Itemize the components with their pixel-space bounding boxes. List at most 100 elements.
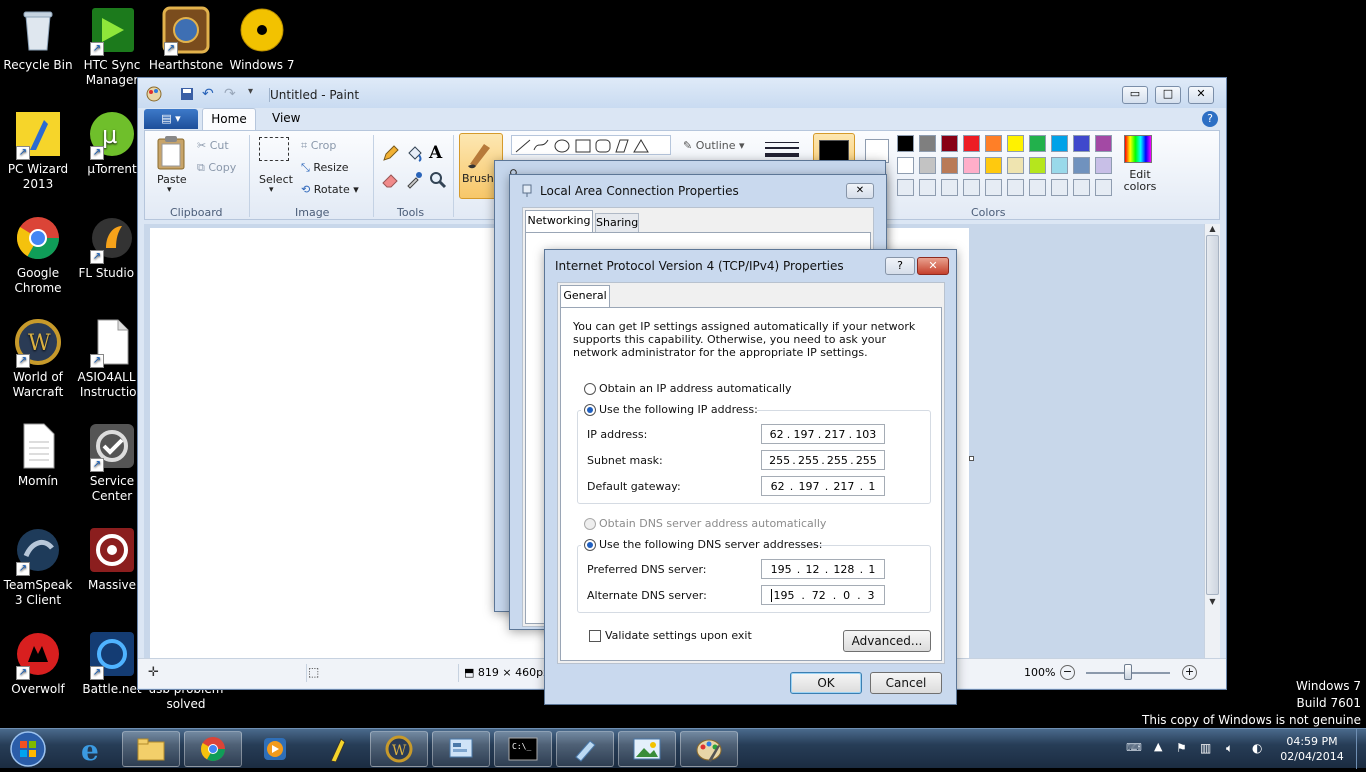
volume-icon[interactable]: 🔈︎	[1226, 741, 1233, 756]
color-swatch[interactable]	[897, 157, 914, 174]
color-swatch[interactable]	[919, 157, 936, 174]
save-icon[interactable]	[180, 87, 194, 101]
taskbar-chrome[interactable]	[184, 731, 242, 767]
tab-sharing[interactable]: Sharing	[595, 213, 639, 232]
taskbar-cmd[interactable]: C:\_	[494, 731, 552, 767]
minimize-button[interactable]: ▭	[1122, 86, 1148, 104]
scrollbar-thumb[interactable]	[1206, 235, 1219, 595]
zoom-out-button[interactable]: −	[1060, 665, 1075, 680]
outline-button[interactable]: ✎ Outline ▾	[683, 139, 745, 152]
scroll-up-icon[interactable]: ▲	[1205, 224, 1220, 233]
scroll-down-icon[interactable]: ▼	[1205, 597, 1220, 606]
use-following-ip-radio[interactable]	[584, 404, 596, 416]
advanced-button[interactable]: Advanced...	[843, 630, 931, 652]
color-swatch[interactable]	[1051, 179, 1068, 196]
ipv4-properties-dialog[interactable]: Internet Protocol Version 4 (TCP/IPv4) P…	[544, 249, 957, 705]
color-swatch[interactable]	[985, 135, 1002, 152]
desktop-icon-wow[interactable]: W ↗ World of Warcraft	[0, 318, 76, 400]
quick-access-dropdown-icon[interactable]: ▾	[248, 86, 253, 97]
tab-networking[interactable]: Networking	[525, 210, 593, 232]
color-swatch[interactable]	[941, 157, 958, 174]
color-swatch[interactable]	[963, 179, 980, 196]
close-button[interactable]: ✕	[1188, 86, 1214, 104]
taskbar-media-player[interactable]	[246, 731, 304, 767]
help-button[interactable]: ?	[885, 257, 915, 275]
eraser-tool-icon[interactable]	[381, 171, 399, 189]
alternate-dns-input[interactable]: 195. 72. 0. 3	[761, 585, 885, 605]
paint-title-bar[interactable]: ↶ ↷ ▾ Untitled - Paint ▭ □ ✕	[138, 78, 1226, 108]
zoom-slider-thumb[interactable]	[1124, 664, 1132, 680]
use-following-dns-label[interactable]: Use the following DNS server addresses:	[599, 538, 822, 551]
ok-button[interactable]: OK	[790, 672, 862, 694]
desktop-icon-windows7[interactable]: Windows 7	[224, 6, 300, 73]
desktop-icon-hearthstone[interactable]: ↗ Hearthstone	[148, 6, 224, 73]
color-swatch[interactable]	[1007, 135, 1024, 152]
subnet-mask-input[interactable]: 255. 255. 255. 255	[761, 450, 885, 470]
use-following-ip-label[interactable]: Use the following IP address:	[599, 403, 758, 416]
shapes-gallery[interactable]	[511, 135, 671, 155]
obtain-dns-auto-radio[interactable]	[584, 518, 596, 530]
color-swatch[interactable]	[1095, 135, 1112, 152]
obtain-ip-auto-radio[interactable]	[584, 383, 596, 395]
taskbar-explorer[interactable]	[122, 731, 180, 767]
desktop-icon-pc-wizard[interactable]: ↗ PC Wizard 2013	[0, 110, 76, 192]
canvas-resize-handle[interactable]	[969, 456, 974, 461]
color-picker-icon[interactable]	[405, 171, 423, 189]
crop-button[interactable]: ⌗ Crop	[301, 139, 336, 153]
color-swatch[interactable]	[1029, 157, 1046, 174]
default-gateway-input[interactable]: 62. 197. 217. 1	[761, 476, 885, 496]
color-swatch[interactable]	[1073, 135, 1090, 152]
desktop-icon-teamspeak[interactable]: ↗ TeamSpeak 3 Client	[0, 526, 76, 608]
network-tray-icon[interactable]: ▥	[1200, 741, 1211, 755]
color-swatch[interactable]	[985, 179, 1002, 196]
clock[interactable]: 04:59 PM 02/04/2014	[1272, 734, 1352, 764]
paste-button[interactable]: Paste ▾	[153, 135, 189, 195]
color-swatch[interactable]	[1051, 157, 1068, 174]
color-swatch[interactable]	[897, 135, 914, 152]
taskbar-pc-wizard[interactable]	[308, 731, 366, 767]
color-swatch[interactable]	[1029, 135, 1046, 152]
obtain-dns-auto-label[interactable]: Obtain DNS server address automatically	[599, 517, 826, 530]
color-swatch[interactable]	[1095, 157, 1112, 174]
desktop-icon-recycle-bin[interactable]: Recycle Bin	[0, 6, 76, 73]
lac-close-button[interactable]: ✕	[846, 183, 874, 199]
cancel-button[interactable]: Cancel	[870, 672, 942, 694]
maximize-button[interactable]: □	[1155, 86, 1181, 104]
text-tool-icon[interactable]: A	[429, 143, 442, 163]
taskbar-ie[interactable]: e	[62, 731, 120, 767]
paint-menu-button[interactable]: ▤ ▾	[144, 109, 198, 129]
paint-app-icon[interactable]	[146, 86, 162, 102]
desktop-icon-overwolf[interactable]: ↗ Overwolf	[0, 630, 76, 697]
color-swatch[interactable]	[1073, 157, 1090, 174]
color-swatch[interactable]	[897, 179, 914, 196]
desktop-icon-htc-sync[interactable]: ↗ HTC Sync Manager	[74, 6, 150, 88]
flag-icon[interactable]: ⚑	[1176, 741, 1187, 755]
color-swatch[interactable]	[941, 179, 958, 196]
color-swatch[interactable]	[919, 135, 936, 152]
color-swatch[interactable]	[1073, 179, 1090, 196]
size-button[interactable]	[765, 139, 799, 161]
taskbar-photo-viewer[interactable]	[618, 731, 676, 767]
color-swatch[interactable]	[985, 157, 1002, 174]
ip-address-input[interactable]: 62. 197. 217. 103	[761, 424, 885, 444]
rotate-button[interactable]: ⟲ Rotate ▾	[301, 183, 359, 196]
copy-button[interactable]: ⧉ Copy	[197, 161, 236, 175]
taskbar-notepad[interactable]	[556, 731, 614, 767]
help-icon[interactable]: ?	[1202, 111, 1218, 127]
fill-tool-icon[interactable]	[405, 145, 423, 163]
preferred-dns-input[interactable]: 195. 12. 128. 1	[761, 559, 885, 579]
tab-view[interactable]: View	[272, 111, 300, 125]
vertical-scrollbar[interactable]: ▲ ▼	[1204, 224, 1220, 658]
taskbar-paint[interactable]	[680, 731, 738, 767]
color-swatch[interactable]	[1007, 157, 1024, 174]
desktop-icon-chrome[interactable]: Google Chrome	[0, 214, 76, 296]
validate-checkbox[interactable]	[589, 630, 601, 642]
resize-button[interactable]: ⤡ Resize	[301, 161, 349, 175]
color-swatch[interactable]	[1095, 179, 1112, 196]
keyboard-icon[interactable]: ⌨	[1126, 741, 1142, 754]
color-swatch[interactable]	[941, 135, 958, 152]
show-hidden-icons-button[interactable]: ▲	[1154, 740, 1162, 753]
taskbar-control-panel[interactable]	[432, 731, 490, 767]
edit-colors-button[interactable]: Edit colors	[1121, 135, 1156, 195]
validate-label[interactable]: Validate settings upon exit	[605, 629, 752, 642]
